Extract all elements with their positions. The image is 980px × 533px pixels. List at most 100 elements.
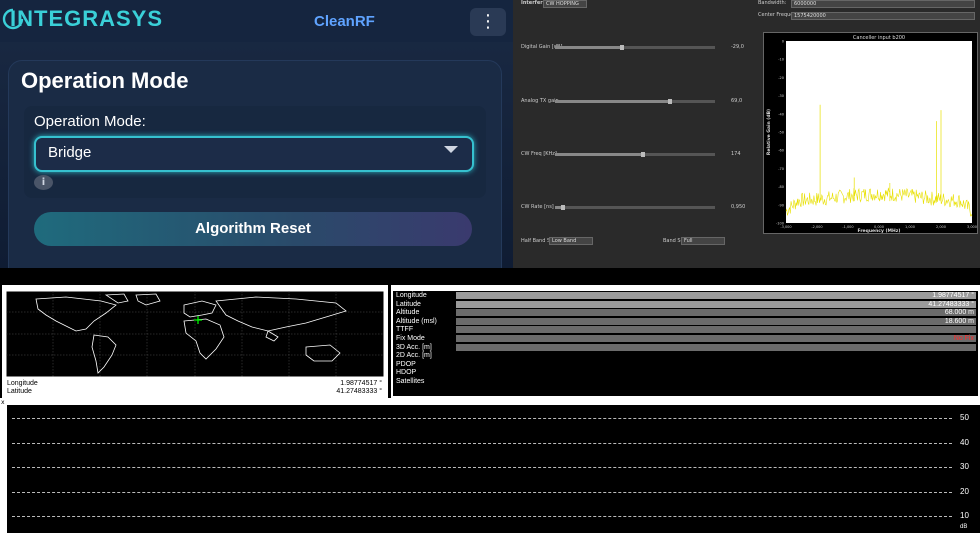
map-latitude-value: 41.27483333 ° bbox=[336, 388, 382, 395]
strip-grid-line bbox=[12, 491, 952, 493]
y-tick-label: -60 bbox=[778, 149, 784, 153]
strip-y-tick: 30 bbox=[960, 462, 969, 471]
chart-title: Canceller input b200 bbox=[853, 35, 905, 41]
gps-info-key: Satellites bbox=[396, 378, 425, 385]
cw-freq-value: 174 bbox=[731, 151, 741, 157]
bandwidth-field[interactable]: 6000000 bbox=[791, 0, 975, 8]
y-tick-label: -80 bbox=[778, 185, 784, 189]
interferer-select[interactable]: CW HOPPING bbox=[543, 0, 587, 8]
x-tick-label: -1,000 bbox=[842, 225, 853, 229]
y-tick-label: -30 bbox=[778, 94, 784, 98]
gps-info-key: PDOP bbox=[396, 360, 416, 368]
digital-gain-slider[interactable] bbox=[555, 45, 715, 50]
gps-info-value: No Fix bbox=[456, 335, 976, 342]
gps-info-row: HDOP bbox=[394, 369, 978, 377]
y-tick-label: -50 bbox=[778, 131, 784, 135]
gps-info-row: 3D Acc. [m] bbox=[394, 343, 978, 352]
gps-info-key: TTFF bbox=[396, 326, 414, 334]
gps-info-value: 41.27483333 ° bbox=[456, 300, 976, 308]
card-title: Operation Mode bbox=[21, 68, 189, 93]
strip-grid-line bbox=[12, 467, 952, 468]
gps-info-value: 68.000 m bbox=[456, 309, 976, 317]
strip-y-tick: 50 bbox=[960, 413, 969, 422]
gps-info-row: Latitude 41.27483333 ° bbox=[394, 300, 978, 309]
gps-info-value bbox=[456, 343, 976, 351]
gps-info-row: Longitude 1.98774517 ° bbox=[394, 292, 978, 300]
y-axis-label: Relative Gain (dB) bbox=[766, 109, 772, 155]
chevron-down-icon[interactable] bbox=[444, 146, 458, 153]
world-map[interactable] bbox=[6, 291, 384, 377]
strip-y-tick: 20 bbox=[960, 486, 969, 496]
strip-grid-line bbox=[12, 516, 952, 517]
x-tick-label: 3,000 bbox=[967, 225, 977, 229]
gps-info-key: Altitude (msl) bbox=[396, 317, 437, 325]
cw-freq-label: CW Freq [KHz] bbox=[521, 151, 557, 157]
strip-y-tick: 10 bbox=[960, 511, 969, 520]
strip-chart-area bbox=[7, 405, 980, 533]
gps-info-row: Altitude 68.000 m bbox=[394, 309, 978, 317]
gps-info-row: 2D Acc. [m] bbox=[394, 352, 978, 360]
cw-freq-slider[interactable] bbox=[555, 152, 715, 157]
gps-info-key: 3D Acc. [m] bbox=[396, 343, 432, 351]
analog-tx-gain-slider[interactable] bbox=[555, 99, 715, 104]
digital-gain-value: -29,0 bbox=[731, 44, 744, 50]
gps-info-value: 1.98774517 ° bbox=[456, 292, 976, 299]
y-tick-label: 0 bbox=[782, 40, 784, 44]
gps-info-value bbox=[456, 326, 976, 334]
y-tick-label: -10 bbox=[778, 58, 784, 62]
gps-info-key: HDOP bbox=[396, 369, 417, 377]
spectrum-chart: Canceller input b200Frequency (MHz)Relat… bbox=[763, 32, 978, 234]
gps-info-value bbox=[456, 361, 976, 368]
app-title: CleanRF bbox=[314, 13, 375, 30]
cw-rate-value: 0,950 bbox=[731, 204, 746, 210]
half-band-select[interactable]: Low Band bbox=[549, 237, 593, 245]
gps-info-key: Fix Mode bbox=[396, 335, 425, 342]
gps-info-key: Altitude bbox=[396, 309, 420, 317]
y-tick-label: -40 bbox=[778, 112, 784, 116]
cw-rate-slider[interactable] bbox=[555, 205, 715, 210]
strip-y-tick: 40 bbox=[960, 437, 969, 447]
band-sel-select[interactable]: Full bbox=[681, 237, 725, 245]
strip-grid-line bbox=[12, 418, 952, 419]
x-tick-label: -3,000 bbox=[780, 225, 791, 229]
cw-rate-label: CW Rate [ns] bbox=[521, 204, 554, 210]
info-icon[interactable]: i bbox=[34, 175, 53, 190]
strip-grid-line bbox=[12, 442, 952, 444]
gps-info-row: Satellites bbox=[394, 378, 978, 386]
y-tick-label: -90 bbox=[778, 203, 784, 207]
strip-unit-label: dB bbox=[960, 524, 968, 530]
gps-info-value bbox=[456, 369, 976, 376]
canceller-panel: Interferer: CW HOPPING Bandwidth: 600000… bbox=[513, 0, 980, 268]
analog-tx-gain-value: 69,0 bbox=[731, 98, 743, 104]
x-tick-label: 0,000 bbox=[874, 225, 884, 229]
mode-select-value[interactable]: Bridge bbox=[48, 144, 91, 161]
integrasys-logo: INTEGRASYS bbox=[10, 6, 164, 31]
center-frequency-field[interactable]: 1575420000 bbox=[791, 12, 975, 20]
gps-info-row: Altitude (msl) 18.600 m bbox=[394, 317, 978, 326]
map-latitude-label: Latitude bbox=[7, 388, 32, 395]
mode-select[interactable] bbox=[34, 136, 474, 172]
bandwidth-label: Bandwidth: bbox=[758, 0, 787, 6]
gps-info-row: TTFF bbox=[394, 326, 978, 334]
analog-tx-gain-label: Analog TX gain bbox=[521, 98, 559, 104]
algorithm-reset-button[interactable]: Algorithm Reset bbox=[34, 212, 472, 246]
gps-info-row: PDOP bbox=[394, 361, 978, 369]
map-longitude-value: 1.98774517 ° bbox=[340, 380, 382, 387]
vertical-dots-icon[interactable]: ⋮ bbox=[470, 8, 506, 36]
mode-label: Operation Mode: bbox=[34, 113, 146, 130]
gps-info-value: 18.600 m bbox=[456, 317, 976, 325]
map-longitude-label: Longitude bbox=[7, 380, 38, 387]
gps-info-key: Latitude bbox=[396, 300, 421, 308]
close-icon[interactable]: x bbox=[1, 399, 5, 406]
cleanrf-app-panel: INTEGRASYS CleanRF ⋮ Operation Mode Oper… bbox=[0, 0, 513, 268]
gps-info-row: Fix Mode No Fix bbox=[394, 335, 978, 343]
gps-info-key: 2D Acc. [m] bbox=[396, 352, 432, 360]
gps-info-key: Longitude bbox=[396, 292, 427, 299]
x-tick-label: 1,000 bbox=[905, 225, 915, 229]
gps-info-value bbox=[456, 378, 976, 385]
y-tick-label: -20 bbox=[778, 76, 784, 80]
x-tick-label: 2,000 bbox=[936, 225, 946, 229]
y-tick-label: -70 bbox=[778, 167, 784, 171]
x-tick-label: -2,000 bbox=[811, 225, 822, 229]
gps-info-value bbox=[456, 352, 976, 359]
